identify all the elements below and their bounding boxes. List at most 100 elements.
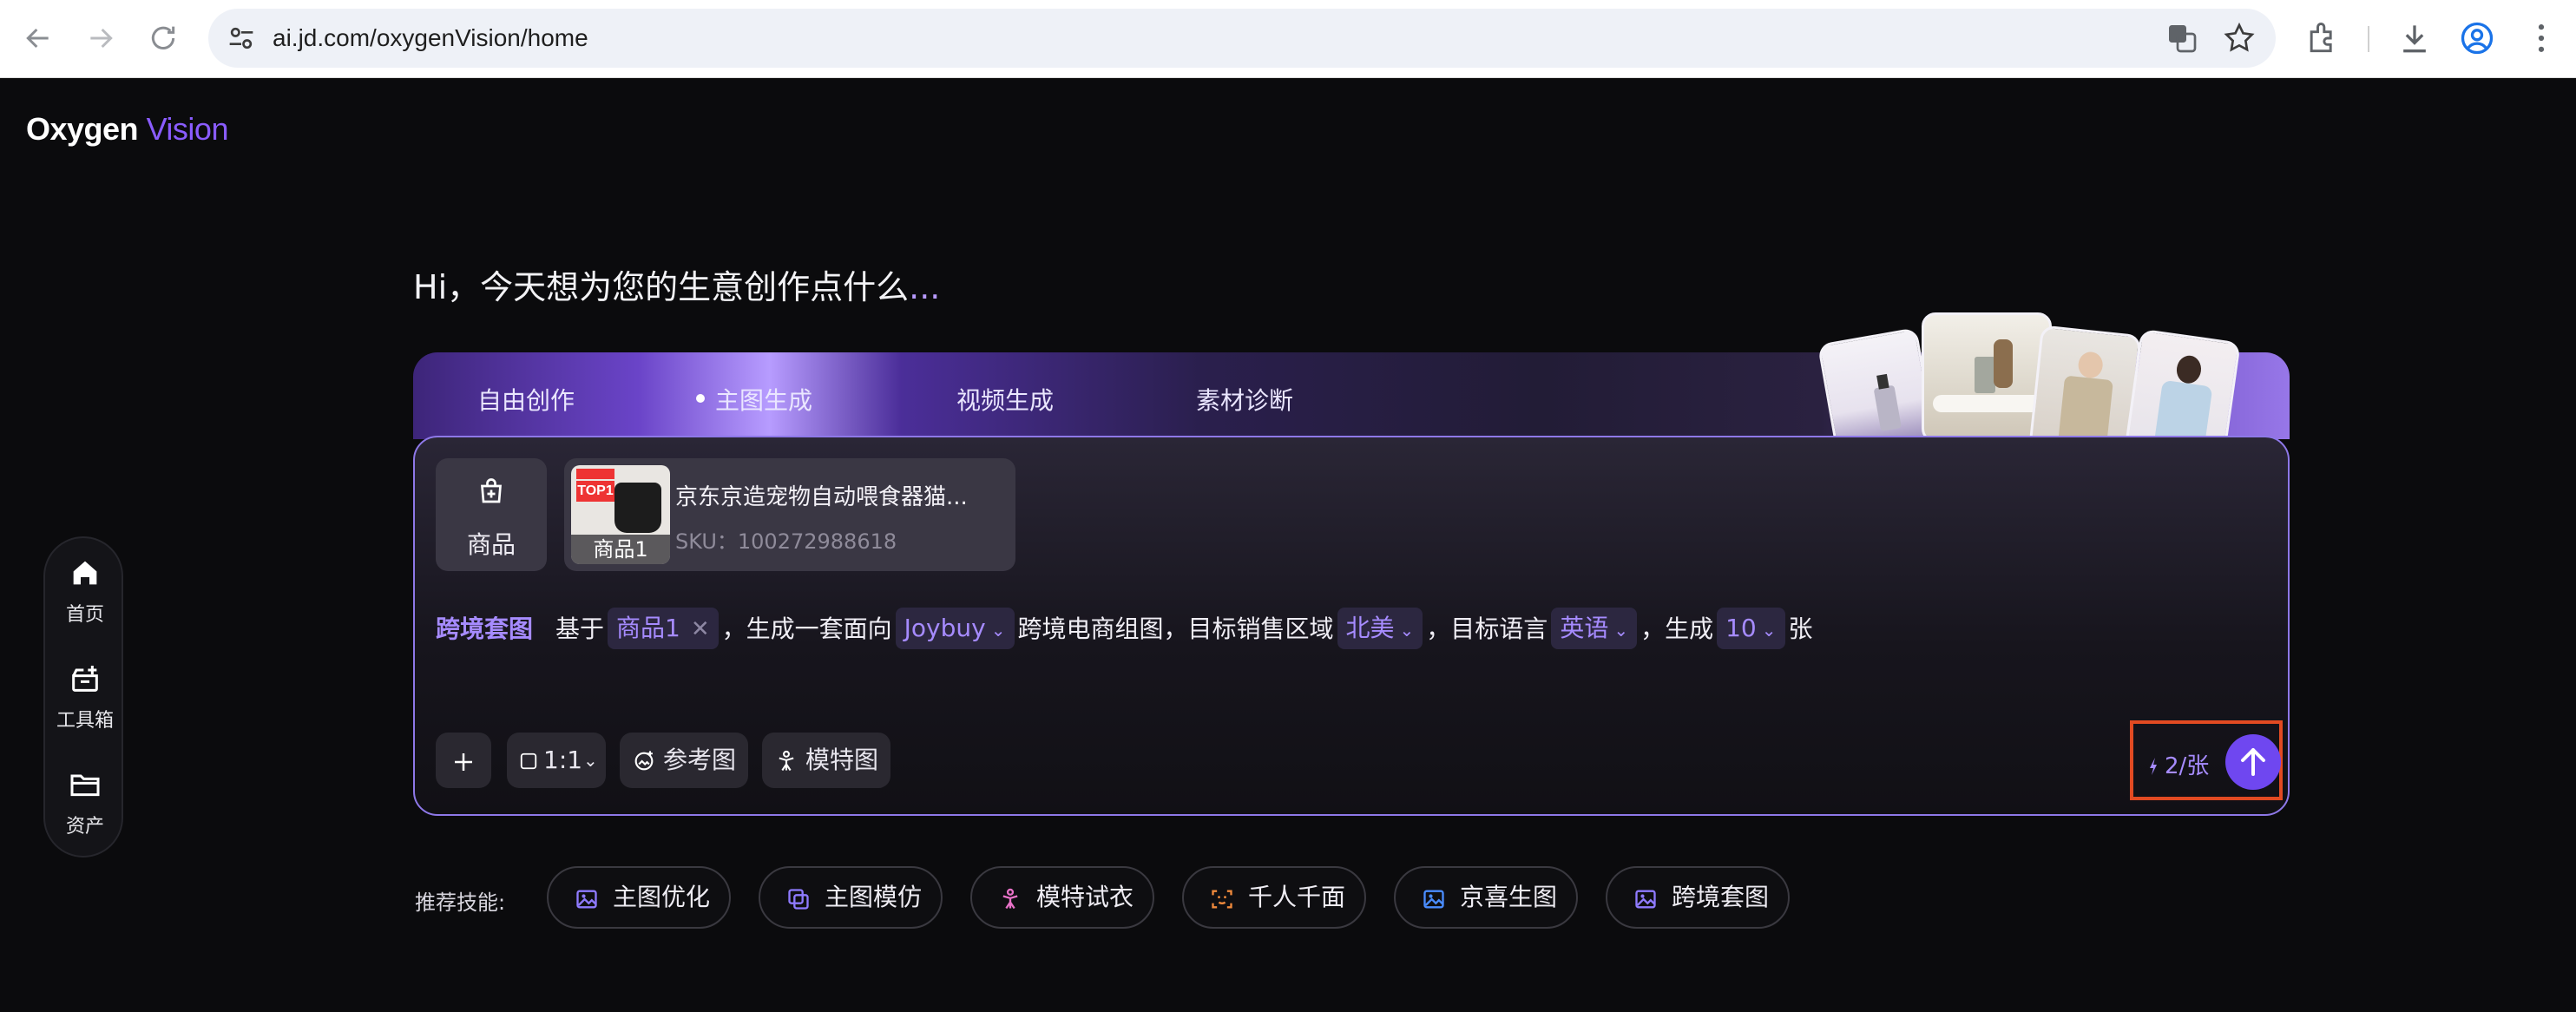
shopping-bag-plus-icon	[481, 478, 502, 503]
url-text[interactable]: ai.jd.com/oxygenVision/home	[273, 9, 588, 68]
logo-secondary: Vision	[146, 111, 229, 147]
tab-material-diagnosis[interactable]: 素材诊断	[1196, 382, 1293, 417]
lightning-icon	[2150, 758, 2157, 775]
product-thumb-feeder	[614, 483, 661, 533]
tab-free-create[interactable]: 自由创作	[477, 382, 575, 417]
reload-icon[interactable]	[146, 21, 181, 56]
add-product-button[interactable]: 商品	[436, 458, 547, 571]
sidebar: 首页 工具箱 资产	[43, 536, 123, 858]
bookmark-star-icon[interactable]	[2222, 21, 2257, 56]
language-dropdown[interactable]: 英语 ⌄	[1551, 608, 1638, 649]
platform-dropdown[interactable]: Joybuy ⌄	[895, 608, 1015, 649]
page-greeting: Hi，今天想为您的生意创作点什么...	[413, 260, 940, 308]
tab-label: 视频生成	[956, 386, 1055, 415]
platform-value: Joybuy	[904, 614, 986, 642]
back-icon[interactable]	[21, 21, 56, 56]
prompt-segment: ，生成一套面向	[721, 614, 892, 643]
skill-label: 模特试衣	[1036, 883, 1134, 911]
reference-image-label: 参考图	[663, 746, 737, 774]
send-button[interactable]	[2225, 734, 2281, 790]
region-dropdown[interactable]: 北美 ⌄	[1337, 608, 1423, 649]
prompt-composer: 商品 TOP1 商品1 京东京造宠物自动喂食器猫... SKU：10027298…	[413, 436, 2290, 816]
product-name: 京东京造宠物自动喂食器猫...	[675, 484, 968, 510]
skill-main-image-optimize[interactable]: 主图优化	[547, 866, 731, 929]
skill-cross-border-set[interactable]: 跨境套图	[1606, 866, 1790, 929]
model-icon	[1002, 888, 1018, 910]
greeting-dots: ...	[909, 268, 941, 306]
product-thumb-badge	[576, 469, 614, 479]
skill-label: 京喜生图	[1460, 883, 1558, 911]
sidebar-item-home[interactable]: 首页	[45, 555, 125, 627]
skill-label: 主图优化	[613, 883, 711, 911]
sidebar-item-assets[interactable]: 资产	[45, 767, 125, 838]
greeting-text: Hi，今天想为您的生意创作点什么	[413, 268, 910, 306]
folder-icon	[70, 774, 100, 797]
sidebar-item-label: 首页	[65, 604, 104, 626]
skill-jingxi-image[interactable]: 京喜生图	[1394, 866, 1578, 929]
reference-image-button[interactable]: 参考图	[620, 733, 748, 788]
prompt-segment: 跨境电商组图，目标销售区域	[1017, 614, 1334, 643]
skill-model-try-on[interactable]: 模特试衣	[970, 866, 1154, 929]
forward-icon[interactable]	[83, 21, 118, 56]
prompt-segment: 张	[1788, 614, 1813, 643]
image-icon	[1635, 890, 1656, 909]
chevron-down-icon: ⌄	[1761, 620, 1777, 641]
logo-primary: Oxygen	[26, 111, 139, 147]
skill-label: 主图模仿	[825, 883, 923, 911]
prompt-keyword: 跨境套图	[436, 614, 534, 643]
recommended-skills-label: 推荐技能:	[415, 890, 506, 915]
model-image-button[interactable]: 模特图	[762, 733, 890, 788]
count-value: 10	[1725, 614, 1757, 642]
square-icon	[520, 752, 537, 770]
close-icon[interactable]: ✕	[691, 616, 710, 642]
skill-label: 跨境套图	[1672, 883, 1770, 911]
product-thumb-top1: TOP1	[576, 481, 614, 502]
sidebar-item-toolbox[interactable]: 工具箱	[45, 661, 125, 733]
address-bar[interactable]: ai.jd.com/oxygenVision/home	[208, 9, 2276, 68]
prompt-segment: ，生成	[1640, 614, 1714, 643]
browser-toolbar: ai.jd.com/oxygenVision/home	[0, 0, 2576, 78]
skill-personalized[interactable]: 千人千面	[1182, 866, 1366, 929]
prompt-segment: 基于	[555, 614, 605, 643]
site-settings-icon[interactable]	[224, 21, 259, 56]
app-logo[interactable]: Oxygen Vision	[26, 111, 228, 148]
prompt-text[interactable]: 跨境套图 基于 商品1 ✕ ，生成一套面向 Joybuy ⌄ 跨境电商组图，目标销售区域 北美 ⌄…	[436, 608, 1817, 651]
profile-icon[interactable]	[2458, 19, 2496, 57]
credits-text: 2/张	[2165, 753, 2210, 779]
download-icon[interactable]	[2395, 19, 2434, 57]
add-button[interactable]	[436, 733, 491, 788]
prompt-segment: ，目标语言	[1426, 614, 1548, 643]
image-icon	[576, 890, 597, 909]
model-icon	[779, 750, 794, 772]
language-value: 英语	[1560, 614, 1609, 642]
chevron-down-icon: ⌄	[990, 620, 1006, 641]
credits-cost: 2/张	[2146, 748, 2209, 780]
product-thumbnail: TOP1 商品1	[571, 465, 670, 564]
aspect-ratio-value: 1:1	[543, 746, 583, 774]
region-value: 北美	[1345, 614, 1395, 642]
sidebar-item-label: 工具箱	[56, 710, 114, 732]
image-plus-icon	[634, 751, 654, 771]
face-scan-icon	[1212, 890, 1232, 909]
tab-video[interactable]: 视频生成	[956, 382, 1054, 417]
product-tag: 商品1	[571, 535, 670, 564]
translate-icon[interactable]	[2165, 21, 2199, 56]
toolbar-divider	[2368, 26, 2369, 52]
tab-main-image[interactable]: 主图生成	[696, 382, 812, 417]
image-icon	[1423, 890, 1444, 909]
tab-label: 主图生成	[715, 386, 813, 415]
chevron-down-icon: ⌄	[1399, 620, 1415, 641]
model-image-label: 模特图	[805, 746, 879, 774]
skill-main-image-imitate[interactable]: 主图模仿	[759, 866, 943, 929]
aspect-ratio-select[interactable]: 1:1 ⌄	[507, 733, 606, 788]
count-dropdown[interactable]: 10 ⌄	[1717, 608, 1785, 649]
product-chip[interactable]: 商品1 ✕	[608, 608, 719, 649]
chevron-down-icon: ⌄	[583, 750, 598, 771]
menu-icon[interactable]	[2522, 19, 2560, 57]
selected-product-card[interactable]: TOP1 商品1 京东京造宠物自动喂食器猫... SKU：10027298861…	[564, 458, 1015, 571]
active-dot-icon	[696, 394, 705, 403]
copy-icon	[788, 889, 809, 910]
extensions-icon[interactable]	[2303, 19, 2342, 57]
skill-label: 千人千面	[1248, 883, 1346, 911]
sidebar-item-label: 资产	[65, 816, 104, 838]
